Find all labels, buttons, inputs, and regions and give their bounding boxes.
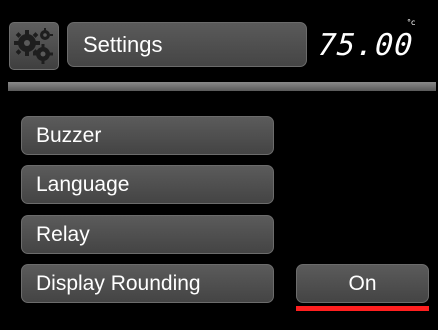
- settings-screen: Settings 75.00 °c Buzzer Language Relay …: [0, 0, 438, 330]
- settings-gear-button[interactable]: [9, 22, 59, 70]
- gears-icon: [14, 28, 53, 64]
- temperature-unit: °c: [407, 18, 416, 27]
- temperature-readout: 75.00: [316, 28, 415, 63]
- display-rounding-value-button[interactable]: On: [296, 264, 429, 303]
- page-title: Settings: [67, 22, 307, 67]
- selection-indicator: [296, 306, 429, 311]
- display-rounding-button[interactable]: Display Rounding: [21, 264, 274, 303]
- relay-button[interactable]: Relay: [21, 215, 274, 254]
- buzzer-button[interactable]: Buzzer: [21, 116, 274, 155]
- header-divider: [8, 82, 436, 91]
- language-button[interactable]: Language: [21, 165, 274, 204]
